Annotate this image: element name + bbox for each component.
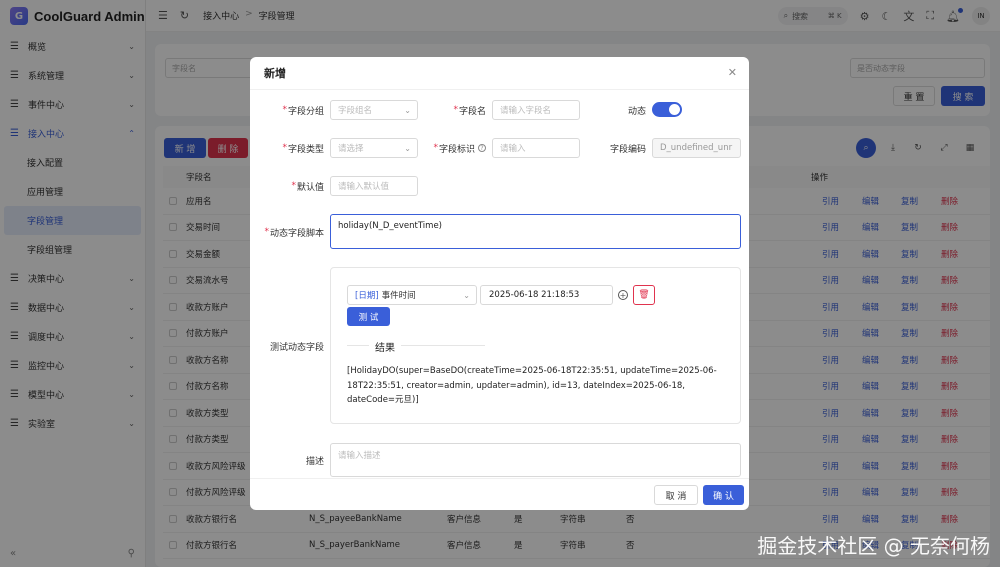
chevron-down-icon: ⌄ bbox=[463, 290, 470, 300]
type-label: * 字段类型 bbox=[282, 143, 324, 155]
delete-param-icon[interactable]: 🗑︎ bbox=[633, 285, 655, 305]
test-panel: [日期] 事件时间 ⌄ 2025-06-18 21:18:53 + 🗑︎ 测 试… bbox=[330, 267, 741, 424]
dynamic-toggle[interactable] bbox=[652, 102, 682, 117]
test-result-text: [HolidayDO(super=BaseDO(createTime=2025-… bbox=[347, 366, 717, 405]
test-label: 测试动态字段 bbox=[269, 342, 324, 353]
identifier-input[interactable]: 请输入 bbox=[492, 138, 580, 158]
help-icon[interactable]: ? bbox=[478, 144, 486, 152]
script-textarea[interactable]: holiday(N_D_eventTime) bbox=[330, 214, 741, 249]
chevron-down-icon: ⌄ bbox=[404, 143, 411, 153]
default-input[interactable]: 请输入默认值 bbox=[330, 176, 418, 196]
confirm-button[interactable]: 确 认 bbox=[703, 485, 744, 505]
script-label: * 动态字段脚本 bbox=[264, 227, 324, 239]
add-param-icon[interactable]: + bbox=[618, 290, 628, 300]
field-type-tag: [日期] bbox=[355, 291, 379, 301]
watermark: 掘金技术社区 @ 无奈何杨 bbox=[757, 534, 990, 558]
test-field-value: 事件时间 bbox=[381, 291, 416, 301]
type-select[interactable]: 请选择 ⌄ bbox=[330, 138, 418, 158]
test-field-select[interactable]: [日期] 事件时间 ⌄ bbox=[347, 285, 477, 305]
modal-title: 新增 bbox=[250, 57, 749, 90]
add-field-modal: 新增 ✕ * 字段分组 字段组名 ⌄ * 字段名 请输入字段名 动态 * 字段类型 请选… bbox=[250, 57, 749, 510]
name-label: * 字段名 bbox=[453, 105, 486, 117]
default-label: * 默认值 bbox=[291, 181, 324, 193]
toggle-knob bbox=[669, 104, 680, 115]
test-date-input[interactable]: 2025-06-18 21:18:53 bbox=[480, 285, 613, 305]
modal-footer: 取 消 确 认 bbox=[250, 478, 749, 510]
dynamic-label: 动态 bbox=[627, 106, 646, 117]
result-divider-right bbox=[401, 345, 485, 346]
name-input[interactable]: 请输入字段名 bbox=[492, 100, 580, 120]
cancel-button[interactable]: 取 消 bbox=[654, 485, 698, 505]
result-label: 结果 bbox=[375, 343, 395, 354]
chevron-down-icon: ⌄ bbox=[404, 105, 411, 115]
identifier-label: * 字段标识? bbox=[425, 138, 486, 158]
desc-label: 描述 bbox=[305, 456, 324, 467]
group-label: * 字段分组 bbox=[282, 105, 324, 117]
desc-textarea[interactable]: 请输入描述 bbox=[330, 443, 741, 477]
code-input: D_undefined_unr bbox=[652, 138, 741, 158]
group-select[interactable]: 字段组名 ⌄ bbox=[330, 100, 418, 120]
result-divider-left bbox=[347, 345, 369, 346]
code-label: 字段编码 bbox=[609, 144, 646, 155]
close-icon[interactable]: ✕ bbox=[728, 66, 737, 79]
run-test-button[interactable]: 测 试 bbox=[347, 307, 390, 326]
